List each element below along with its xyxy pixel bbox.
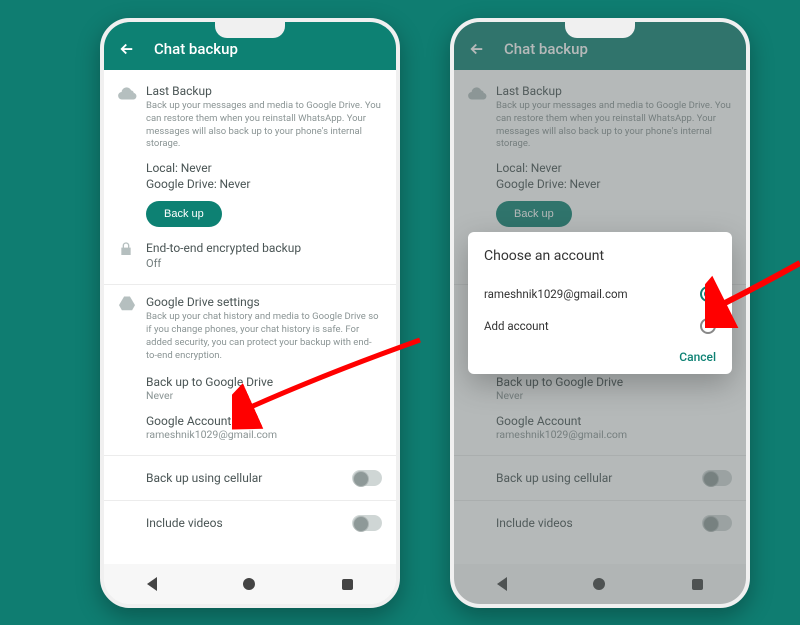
item-divider-2 — [104, 500, 396, 501]
last-backup-title: Last Backup — [146, 84, 382, 98]
last-backup-desc: Back up your messages and media to Googl… — [146, 100, 382, 151]
google-drive-icon — [118, 295, 146, 440]
google-account-value: rameshnik1029@gmail.com — [146, 428, 382, 441]
radio-selected-icon[interactable] — [700, 286, 716, 302]
account-option-existing[interactable]: rameshnik1029@gmail.com — [484, 278, 716, 310]
cellular-row[interactable]: Back up using cellular — [118, 460, 382, 496]
e2e-title: End-to-end encrypted backup — [146, 241, 382, 255]
google-account-item[interactable]: Google Account rameshnik1029@gmail.com — [146, 414, 382, 441]
cloud-upload-icon — [118, 84, 146, 227]
settings-content: Last Backup Back up your messages and me… — [104, 70, 396, 564]
nav-recents-icon[interactable] — [342, 579, 353, 590]
phone-notch — [565, 22, 635, 38]
account-option-label: rameshnik1029@gmail.com — [484, 287, 628, 301]
gdrive-value: Never — [219, 177, 250, 191]
add-account-label: Add account — [484, 319, 549, 333]
videos-toggle[interactable] — [352, 515, 382, 531]
last-backup-section: Last Backup Back up your messages and me… — [118, 84, 382, 227]
nav-back-icon[interactable] — [147, 577, 157, 591]
dialog-title: Choose an account — [484, 248, 716, 264]
backup-to-label: Back up to Google Drive — [146, 375, 382, 389]
cellular-toggle[interactable] — [352, 470, 382, 486]
cancel-button[interactable]: Cancel — [484, 350, 716, 364]
gdrive-section: Google Drive settings Back up your chat … — [118, 295, 382, 440]
backup-to-gdrive-item[interactable]: Back up to Google Drive Never — [146, 375, 382, 402]
local-label: Local: — [146, 161, 178, 175]
phone-left: Chat backup Last Backup Back up your mes… — [100, 18, 400, 608]
local-value: Never — [181, 161, 212, 175]
gdrive-label: Google Drive: — [146, 177, 217, 191]
google-account-label: Google Account — [146, 414, 382, 428]
section-divider — [104, 284, 396, 285]
choose-account-dialog: Choose an account rameshnik1029@gmail.co… — [468, 232, 732, 374]
gdrive-title: Google Drive settings — [146, 295, 382, 309]
back-arrow-icon[interactable] — [118, 40, 136, 58]
item-divider — [104, 455, 396, 456]
radio-unselected-icon[interactable] — [700, 318, 716, 334]
android-nav-bar — [104, 564, 396, 604]
e2e-value: Off — [146, 257, 382, 270]
nav-home-icon[interactable] — [243, 578, 255, 590]
videos-label: Include videos — [146, 516, 223, 530]
back-up-button[interactable]: Back up — [146, 201, 222, 227]
e2e-section[interactable]: End-to-end encrypted backup Off — [118, 241, 382, 270]
cellular-label: Back up using cellular — [146, 471, 262, 485]
gdrive-desc: Back up your chat history and media to G… — [146, 311, 382, 362]
phone-right: Chat backup Last Backup Back up your mes… — [450, 18, 750, 608]
videos-row[interactable]: Include videos — [118, 505, 382, 541]
lock-icon — [118, 241, 146, 270]
appbar-title: Chat backup — [154, 40, 238, 58]
phone-notch — [215, 22, 285, 38]
backup-to-value: Never — [146, 389, 382, 402]
account-option-add[interactable]: Add account — [484, 310, 716, 342]
